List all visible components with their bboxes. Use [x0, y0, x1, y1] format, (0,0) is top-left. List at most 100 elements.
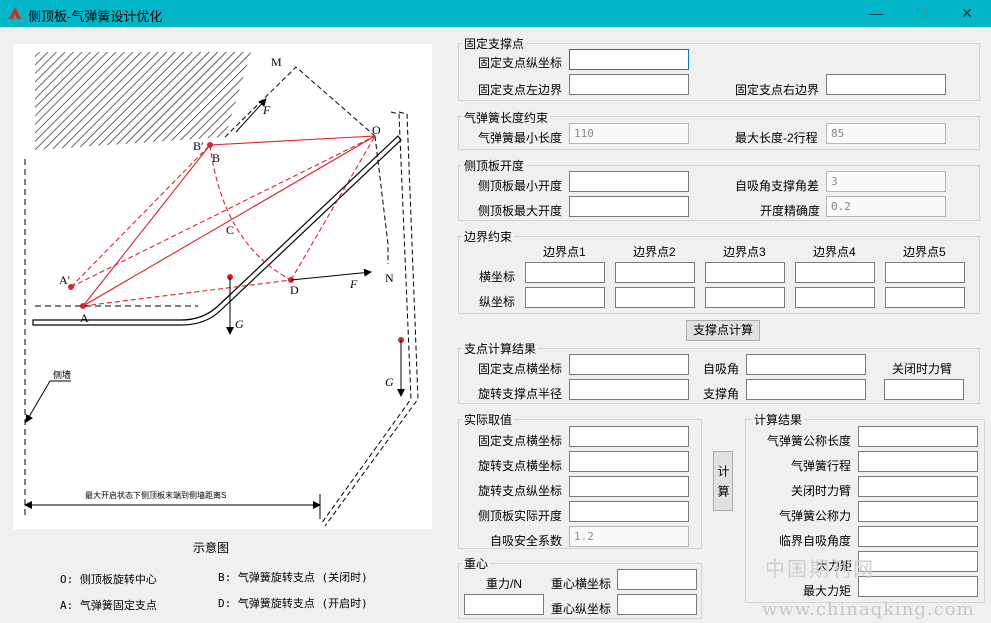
actual-fixed-x-label: 固定支点横坐标 — [478, 434, 563, 448]
actual-rot-y-input[interactable] — [569, 476, 689, 497]
label-M: M — [271, 55, 282, 69]
stroke-label: 气弹簧行程 — [791, 459, 852, 473]
boundary-col-3: 边界点3 — [723, 245, 766, 259]
nominal-length-input[interactable] — [858, 426, 978, 447]
boundary-x2-input[interactable] — [615, 262, 695, 283]
max-torque-input[interactable] — [858, 576, 978, 597]
panel-max-label: 侧顶板最大开度 — [478, 204, 563, 218]
closing-arm-input[interactable] — [858, 476, 978, 497]
self-lock-diff-input[interactable]: 3 — [826, 171, 946, 192]
fixed-left-label: 固定支点左边界 — [478, 83, 563, 97]
cy-label: 重心纵坐标 — [551, 602, 612, 616]
label-F-top: F — [262, 103, 271, 117]
safety-input[interactable]: 1.2 — [569, 526, 689, 547]
self-lock-angle-input[interactable] — [746, 354, 866, 375]
panel-min-input[interactable] — [569, 171, 689, 192]
rot-radius-input[interactable] — [569, 379, 689, 400]
label-O: O — [372, 123, 381, 137]
close-button[interactable]: ✕ — [944, 0, 990, 27]
actual-fixed-x-input[interactable] — [569, 426, 689, 447]
title-bar: 侧顶板-气弹簧设计优化 — ☐ ✕ — [0, 0, 991, 27]
partial-torque-input[interactable] — [858, 551, 978, 572]
label-wall: 侧墙 — [53, 369, 71, 380]
critical-angle-label: 临界自吸角度 — [779, 534, 852, 548]
boundary-x1-input[interactable] — [525, 262, 605, 283]
window-title: 侧顶板-气弹簧设计优化 — [28, 9, 163, 24]
calculate-button[interactable]: 计算 — [713, 451, 733, 511]
support-result-title: 支点计算结果 — [462, 340, 539, 357]
boundary-col-2: 边界点2 — [633, 245, 676, 259]
max-torque-label: 最大力矩 — [803, 584, 852, 598]
weight-input[interactable] — [464, 594, 544, 615]
actual-rot-x-input[interactable] — [569, 451, 689, 472]
minimize-button[interactable]: — — [853, 0, 899, 27]
spring-length-title: 气弹簧长度约束 — [462, 109, 551, 126]
label-A-prime: A′ — [59, 273, 71, 287]
boundary-x5-input[interactable] — [885, 262, 965, 283]
boundary-y2-input[interactable] — [615, 287, 695, 308]
self-lock-angle-label: 自吸角 — [703, 362, 740, 376]
fixed-y-label: 固定支点纵坐标 — [478, 56, 563, 70]
precision-label: 开度精确度 — [760, 204, 821, 218]
label-distance: 最大开启状态下侧顶板末端到侧墙距离S — [85, 490, 226, 500]
ceiling-hatch — [35, 52, 251, 150]
rot-radius-label: 旋转支撑点半径 — [478, 387, 563, 401]
nominal-length-label: 气弹簧公称长度 — [767, 434, 852, 448]
fixed-left-input[interactable] — [569, 74, 689, 95]
boundary-col-5: 边界点5 — [903, 245, 946, 259]
actual-title: 实际取值 — [462, 411, 515, 428]
self-lock-diff-label: 自吸角支撑角差 — [735, 179, 820, 193]
boundary-y5-input[interactable] — [885, 287, 965, 308]
result-title: 计算结果 — [752, 411, 805, 428]
legend-B: B: 气弹簧旋转支点 (关闭时) — [218, 571, 368, 584]
actual-rot-x-label: 旋转支点横坐标 — [478, 459, 563, 473]
boundary-col-4: 边界点4 — [813, 245, 856, 259]
closing-arm-label-top: 关闭时力臂 — [892, 362, 953, 376]
cx-input[interactable] — [617, 569, 697, 590]
boundary-y1-input[interactable] — [525, 287, 605, 308]
boundary-x-label: 横坐标 — [479, 270, 516, 284]
watermark-cn: 中国期刊网 — [765, 557, 875, 581]
support-angle-input[interactable] — [746, 379, 866, 400]
safety-label: 自吸安全系数 — [490, 534, 563, 548]
critical-angle-input[interactable] — [858, 526, 978, 547]
boundary-x3-input[interactable] — [705, 262, 785, 283]
spring-max-label: 最大长度-2行程 — [735, 131, 818, 145]
cy-input[interactable] — [617, 594, 697, 615]
label-A: A — [80, 311, 89, 325]
actual-open-input[interactable] — [569, 501, 689, 522]
fixed-y-input[interactable] — [569, 49, 689, 70]
result-fixed-x-input[interactable] — [569, 354, 689, 375]
precision-input[interactable]: 0.2 — [826, 196, 946, 217]
boundary-y-label: 纵坐标 — [479, 295, 516, 309]
actual-rot-y-label: 旋转支点纵坐标 — [478, 484, 563, 498]
watermark-url: www.chinaqking.com — [762, 599, 975, 620]
panel-min-label: 侧顶板最小开度 — [478, 179, 563, 193]
maximize-button[interactable]: ☐ — [899, 0, 945, 27]
legend-D: D: 气弹簧旋转支点 (开启时) — [218, 597, 368, 610]
label-N: N — [385, 271, 394, 285]
spring-max-input[interactable]: 85 — [826, 123, 946, 144]
app-logo-icon — [9, 7, 21, 19]
boundary-title: 边界约束 — [462, 228, 515, 245]
schematic-diagram: M F B′ B O C A′ A D F N G G 侧墙 最大开启状态下侧顶… — [13, 44, 432, 529]
panel-opening-title: 侧顶板开度 — [462, 157, 527, 174]
boundary-y3-input[interactable] — [705, 287, 785, 308]
stroke-input[interactable] — [858, 451, 978, 472]
fixed-right-input[interactable] — [826, 74, 946, 95]
weight-label: 重力/N — [486, 577, 523, 591]
panel-max-input[interactable] — [569, 196, 689, 217]
spring-min-input[interactable]: 110 — [569, 123, 689, 144]
label-B-prime: B′ — [193, 139, 204, 153]
closing-arm-input-top[interactable] — [884, 379, 964, 400]
boundary-col-1: 边界点1 — [543, 245, 586, 259]
support-calc-button[interactable]: 支撑点计算 — [686, 320, 760, 341]
legend-A: A: 气弹簧固定支点 — [60, 599, 157, 612]
support-angle-label: 支撑角 — [703, 387, 740, 401]
result-fixed-x-label: 固定支点横坐标 — [478, 362, 563, 376]
label-G-right: G — [385, 375, 394, 389]
boundary-x4-input[interactable] — [795, 262, 875, 283]
fixed-support-title: 固定支撑点 — [462, 35, 527, 52]
boundary-y4-input[interactable] — [795, 287, 875, 308]
nominal-force-input[interactable] — [858, 501, 978, 522]
